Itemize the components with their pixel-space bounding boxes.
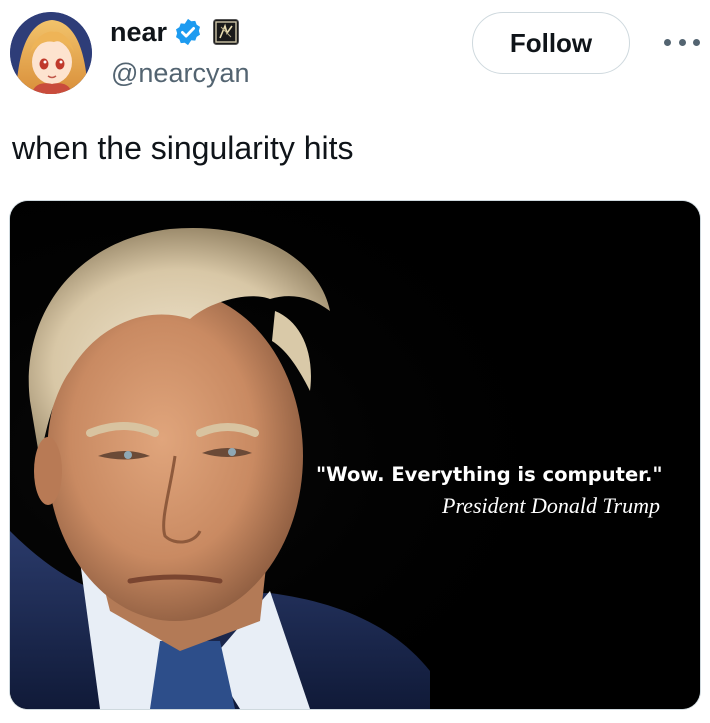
anime-avatar-icon xyxy=(10,12,92,94)
tweet-card: near @nearcyan Follow when the singulari… xyxy=(0,0,710,723)
author-handle[interactable]: @nearcyan xyxy=(111,58,249,89)
name-row: near xyxy=(110,14,240,50)
dot-icon xyxy=(678,38,686,46)
media-quote-text: "Wow. Everything is computer." xyxy=(316,463,663,486)
dot-icon xyxy=(664,38,671,46)
verified-badge-icon[interactable] xyxy=(173,17,203,47)
dot-icon xyxy=(693,38,700,46)
tweet-text: when the singularity hits xyxy=(12,130,354,166)
author-avatar[interactable] xyxy=(10,12,92,94)
more-options-icon[interactable] xyxy=(664,32,700,52)
follow-button[interactable]: Follow xyxy=(472,12,630,74)
media-attribution-text: President Donald Trump xyxy=(442,493,660,518)
author-display-name[interactable]: near xyxy=(110,17,167,48)
portrait-image xyxy=(10,201,700,709)
affiliate-badge-icon[interactable] xyxy=(213,19,240,45)
tweet-media-image[interactable]: "Wow. Everything is computer." President… xyxy=(10,201,700,709)
